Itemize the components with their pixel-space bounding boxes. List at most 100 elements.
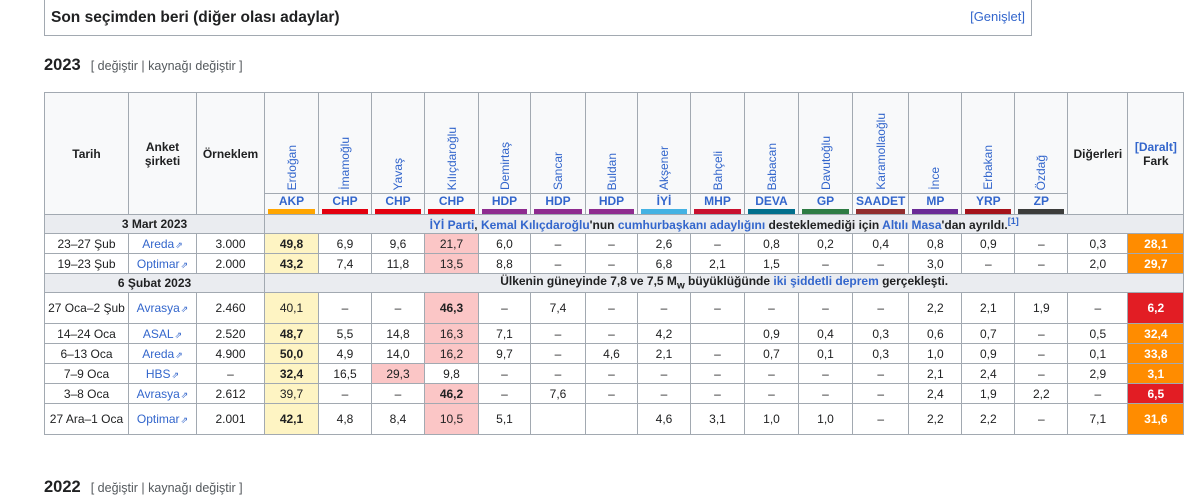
pollster-link[interactable]: Avrasya (137, 301, 180, 315)
party-link[interactable]: MP (926, 195, 944, 209)
poll-value: – (530, 253, 586, 274)
edit-section-link[interactable]: [ değiştir | kaynağı değiştir ] (91, 59, 243, 73)
poll-value: 9,6 (371, 233, 425, 254)
collapse-link[interactable]: [Daralt] (1135, 140, 1177, 154)
candidate-name-link[interactable]: Davutoğlu (819, 130, 833, 190)
poll-value: 5,5 (318, 323, 372, 344)
party-link[interactable]: ZP (1034, 195, 1049, 209)
note-link[interactable]: Kemal Kılıçdaroğlu (481, 218, 590, 232)
party-link[interactable]: AKP (279, 195, 304, 209)
candidate-name-link[interactable]: Yavaş (391, 152, 405, 190)
pollster-link[interactable]: Avrasya (137, 387, 180, 401)
lead-value: 6,2 (1127, 292, 1185, 324)
candidate-name-link[interactable]: İmamoğlu (338, 131, 352, 190)
party-color-bar (748, 209, 795, 214)
candidate-name-link[interactable]: Erdoğan (285, 139, 299, 190)
party-cell: CHP (424, 193, 479, 215)
party-link[interactable]: MHP (704, 195, 731, 209)
event-description: Ülkenin güneyinde 7,8 ve 7,5 Mw büyüklüğ… (263, 273, 1185, 293)
header-candidate: Buldan (585, 92, 638, 194)
party-link[interactable]: İYİ (657, 195, 672, 209)
poll-value: 42,1 (264, 403, 319, 435)
party-color-bar (375, 209, 421, 214)
poll-value: 16,5 (318, 363, 372, 384)
poll-value: 2,2 (961, 403, 1016, 435)
party-link[interactable]: YRP (976, 195, 1001, 209)
expand-link[interactable]: [Genişlet] (970, 9, 1025, 24)
poll-value: – (637, 292, 691, 324)
party-color-bar (641, 209, 687, 214)
party-color-bar (322, 209, 368, 214)
party-link[interactable]: DEVA (755, 195, 787, 209)
poll-value: – (478, 383, 531, 404)
note-link[interactable]: Altılı Masa (882, 218, 941, 232)
poll-date: 27 Oca–2 Şub (44, 292, 129, 324)
poll-value: 40,1 (264, 292, 319, 324)
note-text: gerçekleşti. (878, 274, 949, 289)
party-link[interactable]: HDP (599, 195, 624, 209)
note-link[interactable]: İYİ Parti (430, 218, 475, 232)
party-link[interactable]: SAADET (856, 195, 905, 209)
poll-value: – (585, 383, 638, 404)
note-text: 'dan ayrıldı. (941, 218, 1008, 232)
section-title: 2023 (44, 56, 81, 74)
pollster-link[interactable]: ASAL (143, 327, 174, 341)
poll-value: 46,3 (424, 292, 479, 324)
pollster: HBS⇗ (128, 363, 197, 384)
party-link[interactable]: HDP (492, 195, 517, 209)
poll-value: – (318, 383, 372, 404)
pollster: Avrasya⇗ (128, 292, 197, 324)
poll-value: – (690, 383, 745, 404)
candidate-name-link[interactable]: Karamollaoğlu (874, 107, 888, 190)
section-heading-2023: 2023 [ değiştir | kaynağı değiştir ] (44, 56, 243, 75)
poll-value: 7,6 (530, 383, 586, 404)
external-link-icon: ⇗ (174, 329, 183, 340)
candidate-name-link[interactable]: Akşener (657, 140, 671, 190)
candidate-name-link[interactable]: Bahçeli (711, 145, 725, 190)
others-value: 0,5 (1067, 323, 1129, 344)
candidate-name-link[interactable]: Buldan (605, 147, 619, 190)
poll-value: – (585, 253, 638, 274)
poll-value: 2,1 (961, 292, 1016, 324)
pollster-link[interactable]: Areda (142, 237, 174, 251)
pollster-link[interactable]: Optimar (137, 257, 180, 271)
party-color-bar (1018, 209, 1065, 214)
sample-size: 2.520 (196, 323, 265, 344)
poll-value: 1,9 (961, 383, 1016, 404)
poll-value: – (851, 403, 910, 435)
edit-section-link[interactable]: [ değiştir | kaynağı değiştir ] (91, 481, 243, 495)
sample-size: 4.900 (196, 343, 265, 364)
candidate-name-link[interactable]: Özdağ (1034, 149, 1048, 190)
lead-value: 6,5 (1127, 383, 1185, 404)
candidate-name-link[interactable]: İnce (928, 161, 942, 190)
poll-value: – (585, 292, 638, 324)
collapsed-table-box: Son seçimden beri (diğer olası adaylar) … (44, 0, 1032, 36)
party-link[interactable]: CHP (439, 195, 464, 209)
candidate-name-link[interactable]: Demirtaş (498, 136, 512, 190)
note-link[interactable]: cumhurbaşkanı adaylığını (618, 218, 765, 232)
sample-size: 2.000 (196, 253, 265, 274)
pollster-link[interactable]: Optimar (137, 412, 180, 426)
pollster: Optimar⇗ (128, 253, 197, 274)
poll-value: 50,0 (264, 343, 319, 364)
party-link[interactable]: CHP (385, 195, 410, 209)
poll-value: 0,1 (798, 343, 853, 364)
note-text: , (474, 218, 481, 232)
poll-value: 39,7 (264, 383, 319, 404)
reference-link[interactable]: [1] (1008, 216, 1019, 226)
poll-value: – (637, 383, 691, 404)
candidate-name-link[interactable]: Erbakan (981, 139, 995, 190)
candidate-name-link[interactable]: Kılıçdaroğlu (445, 121, 459, 190)
party-link[interactable]: GP (817, 195, 834, 209)
party-link[interactable]: CHP (332, 195, 357, 209)
pollster-link[interactable]: Areda (142, 347, 174, 361)
poll-value: – (1014, 363, 1069, 384)
candidate-name-link[interactable]: Babacan (765, 137, 779, 190)
party-link[interactable]: HDP (545, 195, 570, 209)
poll-table: Tarih Anket şirketi Örneklem Erdoğan İmam… (44, 92, 1185, 435)
pollster-link[interactable]: HBS (146, 367, 171, 381)
sample-size: 2.001 (196, 403, 265, 435)
note-link[interactable]: iki şiddetli deprem (773, 275, 878, 289)
poll-date: 3–8 Oca (44, 383, 129, 404)
candidate-name-link[interactable]: Sancar (551, 146, 565, 190)
